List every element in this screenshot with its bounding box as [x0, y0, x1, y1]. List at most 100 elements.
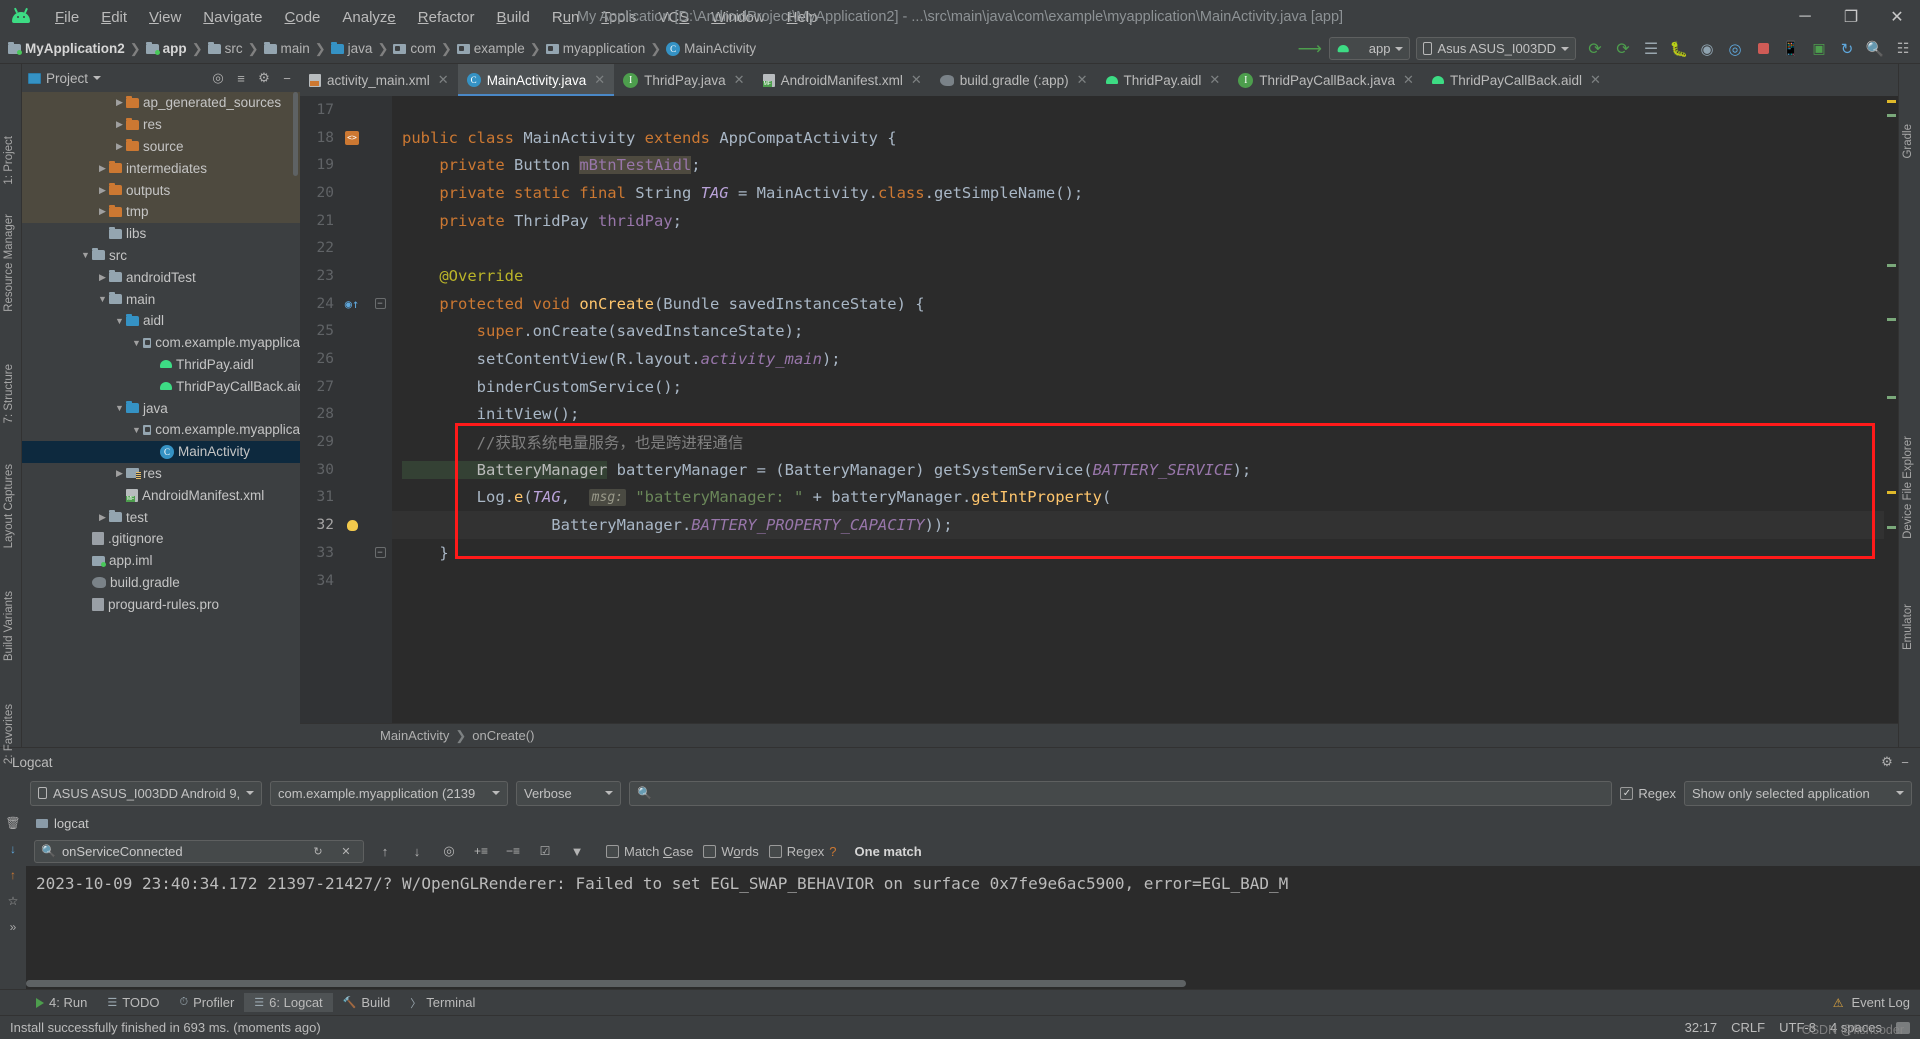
strip-project[interactable]: 1: Project	[3, 136, 15, 185]
tool-window-6-logcat[interactable]: ☰ 6: Logcat	[244, 993, 333, 1012]
find-previous-icon[interactable]: ↑	[374, 840, 396, 862]
change-marker[interactable]	[1887, 318, 1896, 321]
apply-changes-icon[interactable]: ⟳	[1610, 37, 1636, 61]
menu-code[interactable]: Code	[274, 6, 332, 29]
disclosure-triangle-icon[interactable]: ▶	[113, 140, 126, 153]
minimize-button[interactable]: ─	[1782, 0, 1828, 34]
tree-item-intermediates[interactable]: ▶ intermediates	[22, 157, 300, 180]
close-icon[interactable]: ✕	[734, 72, 745, 88]
code-line-27[interactable]: binderCustomService();	[392, 373, 1884, 401]
sync-gradle-icon[interactable]: ↻	[1834, 37, 1860, 61]
tree-item-androidtest[interactable]: ▶ androidTest	[22, 266, 300, 288]
clear-find-icon[interactable]: ✕	[335, 840, 357, 862]
chevron-down-icon[interactable]	[93, 76, 102, 80]
tree-item-app-iml[interactable]: app.iml	[22, 550, 300, 572]
stop-icon[interactable]	[1750, 37, 1776, 61]
logcat-tab[interactable]: logcat	[26, 810, 1920, 836]
tree-item-mainactivity[interactable]: C MainActivity	[22, 440, 300, 463]
editor-tab-androidmanifest-xml[interactable]: AndroidManifest.xml ✕	[754, 64, 931, 96]
strip-gradle[interactable]: Gradle	[1902, 124, 1914, 159]
gutter-line-25[interactable]: 25	[300, 318, 392, 346]
search-icon[interactable]: 🔍	[1862, 37, 1888, 61]
code-line-18[interactable]: public class MainActivity extends AppCom…	[392, 124, 1884, 152]
strip-resource-manager[interactable]: Resource Manager	[3, 214, 15, 312]
filter-icon[interactable]: ▼	[566, 840, 588, 862]
tree-item-main[interactable]: ▼ main	[22, 288, 300, 310]
disclosure-triangle-icon[interactable]	[79, 554, 92, 567]
code-line-25[interactable]: super .onCreate(savedInstanceState);	[392, 318, 1884, 346]
editor-tab-thridpay-aidl[interactable]: ThridPay.aidl ✕	[1097, 64, 1230, 96]
close-icon[interactable]: ✕	[438, 72, 449, 88]
code-line-19[interactable]: private Button mBtnTestAidl;	[392, 151, 1884, 179]
warning-marker[interactable]	[1887, 100, 1896, 103]
code-content[interactable]: public class MainActivity extends AppCom…	[392, 96, 1884, 723]
clear-logcat-icon[interactable]: 🗑	[4, 814, 22, 832]
editor-tab-activity-main-xml[interactable]: activity_main.xml ✕	[300, 64, 458, 96]
disclosure-triangle-icon[interactable]: ▼	[130, 423, 143, 436]
collapse-all-icon[interactable]: ≡	[232, 69, 250, 87]
tree-item-tmp[interactable]: ▶ tmp	[22, 200, 300, 223]
gutter-line-26[interactable]: 26	[300, 345, 392, 373]
logcat-output[interactable]: 2023-10-09 23:40:34.172 21397-21427/? W/…	[26, 866, 1920, 978]
breadcrumb-item-6[interactable]: example	[474, 41, 525, 56]
sdk-manager-icon[interactable]: ▣	[1806, 37, 1832, 61]
disclosure-triangle-icon[interactable]	[147, 445, 160, 458]
disclosure-triangle-icon[interactable]: ▼	[113, 402, 126, 415]
print-icon[interactable]: ↑	[4, 866, 22, 884]
change-marker[interactable]	[1887, 114, 1896, 117]
tree-item-proguard-rules-pro[interactable]: proguard-rules.pro	[22, 593, 300, 615]
disclosure-triangle-icon[interactable]: ▶	[96, 511, 109, 524]
gutter-line-34[interactable]: 34	[300, 567, 392, 595]
tree-item-java[interactable]: ▼ java	[22, 397, 300, 419]
layout-inspector-icon[interactable]: ☷	[1890, 37, 1916, 61]
disclosure-triangle-icon[interactable]	[79, 598, 92, 611]
breadcrumb-item-5[interactable]: com	[410, 41, 436, 56]
select-all-occurrences-icon[interactable]: ◎	[438, 840, 460, 862]
tree-item-src[interactable]: ▼ src	[22, 245, 300, 267]
editor-tab-build-gradle-app-[interactable]: build.gradle (:app) ✕	[931, 64, 1097, 96]
code-fold-icon[interactable]: −	[374, 547, 386, 559]
disclosure-triangle-icon[interactable]: ▶	[96, 205, 109, 218]
menu-navigate[interactable]: Navigate	[192, 6, 273, 29]
menu-view[interactable]: View	[138, 6, 192, 29]
tree-item-thridpay-aidl[interactable]: ThridPay.aidl	[22, 354, 300, 376]
code-line-34[interactable]	[392, 567, 1884, 595]
strip-build-variants[interactable]: Build Variants	[3, 591, 15, 661]
code-line-23[interactable]: @Override	[392, 262, 1884, 290]
strip-emulator[interactable]: Emulator	[1902, 604, 1914, 650]
gutter-line-20[interactable]: 20	[300, 179, 392, 207]
layout-marker-icon[interactable]: <>	[345, 130, 359, 145]
intention-bulb-icon[interactable]	[346, 519, 358, 531]
tool-window-4-run[interactable]: 4: Run	[26, 993, 97, 1012]
menu-refactor[interactable]: Refactor	[407, 6, 486, 29]
disclosure-triangle-icon[interactable]: ▶	[96, 184, 109, 197]
gutter-line-28[interactable]: 28	[300, 401, 392, 429]
hide-icon[interactable]: −	[1896, 753, 1914, 771]
editor-tab-thridpaycallback-java[interactable]: I ThridPayCallBack.java ✕	[1229, 64, 1423, 96]
avd-manager-icon[interactable]: 📱	[1778, 37, 1804, 61]
run-configuration-selector[interactable]: app	[1328, 37, 1411, 60]
tool-window-todo[interactable]: ☰ TODO	[97, 993, 169, 1012]
change-marker[interactable]	[1887, 264, 1896, 267]
tree-item-com-example-myapplica[interactable]: ▼ com.example.myapplica	[22, 332, 300, 354]
screenshot-icon[interactable]: ☆	[4, 892, 22, 910]
line-separator[interactable]: CRLF	[1731, 1020, 1765, 1035]
tree-item-androidmanifest-xml[interactable]: AndroidManifest.xml	[22, 484, 300, 506]
gutter-line-18[interactable]: 18 <>	[300, 124, 392, 152]
override-marker-icon[interactable]: ◉↑	[345, 297, 359, 311]
project-tree[interactable]: ▶ ap_generated_sources ▶ res ▶ source ▶ interme…	[22, 92, 300, 747]
breadcrumb-class[interactable]: MainActivity	[380, 728, 449, 743]
disclosure-triangle-icon[interactable]	[113, 489, 126, 502]
disclosure-triangle-icon[interactable]: ▶	[113, 118, 126, 131]
find-regex-checkbox[interactable]: Regex ?	[768, 844, 837, 859]
gutter-line-33[interactable]: 33 −	[300, 539, 392, 567]
logcat-process-selector[interactable]: com.example.myapplication (2139	[270, 780, 508, 806]
hide-icon[interactable]: −	[278, 69, 296, 87]
tree-item-build-gradle[interactable]: build.gradle	[22, 572, 300, 594]
tree-item-res[interactable]: ▶ res	[22, 113, 300, 136]
debug-icon[interactable]: 🐛	[1666, 37, 1692, 61]
breadcrumb-item-3[interactable]: main	[281, 41, 310, 56]
words-checkbox[interactable]: Words	[703, 844, 759, 859]
tree-item--gitignore[interactable]: .gitignore	[22, 528, 300, 550]
gutter-line-24[interactable]: 24 ◉↑ −	[300, 290, 392, 318]
